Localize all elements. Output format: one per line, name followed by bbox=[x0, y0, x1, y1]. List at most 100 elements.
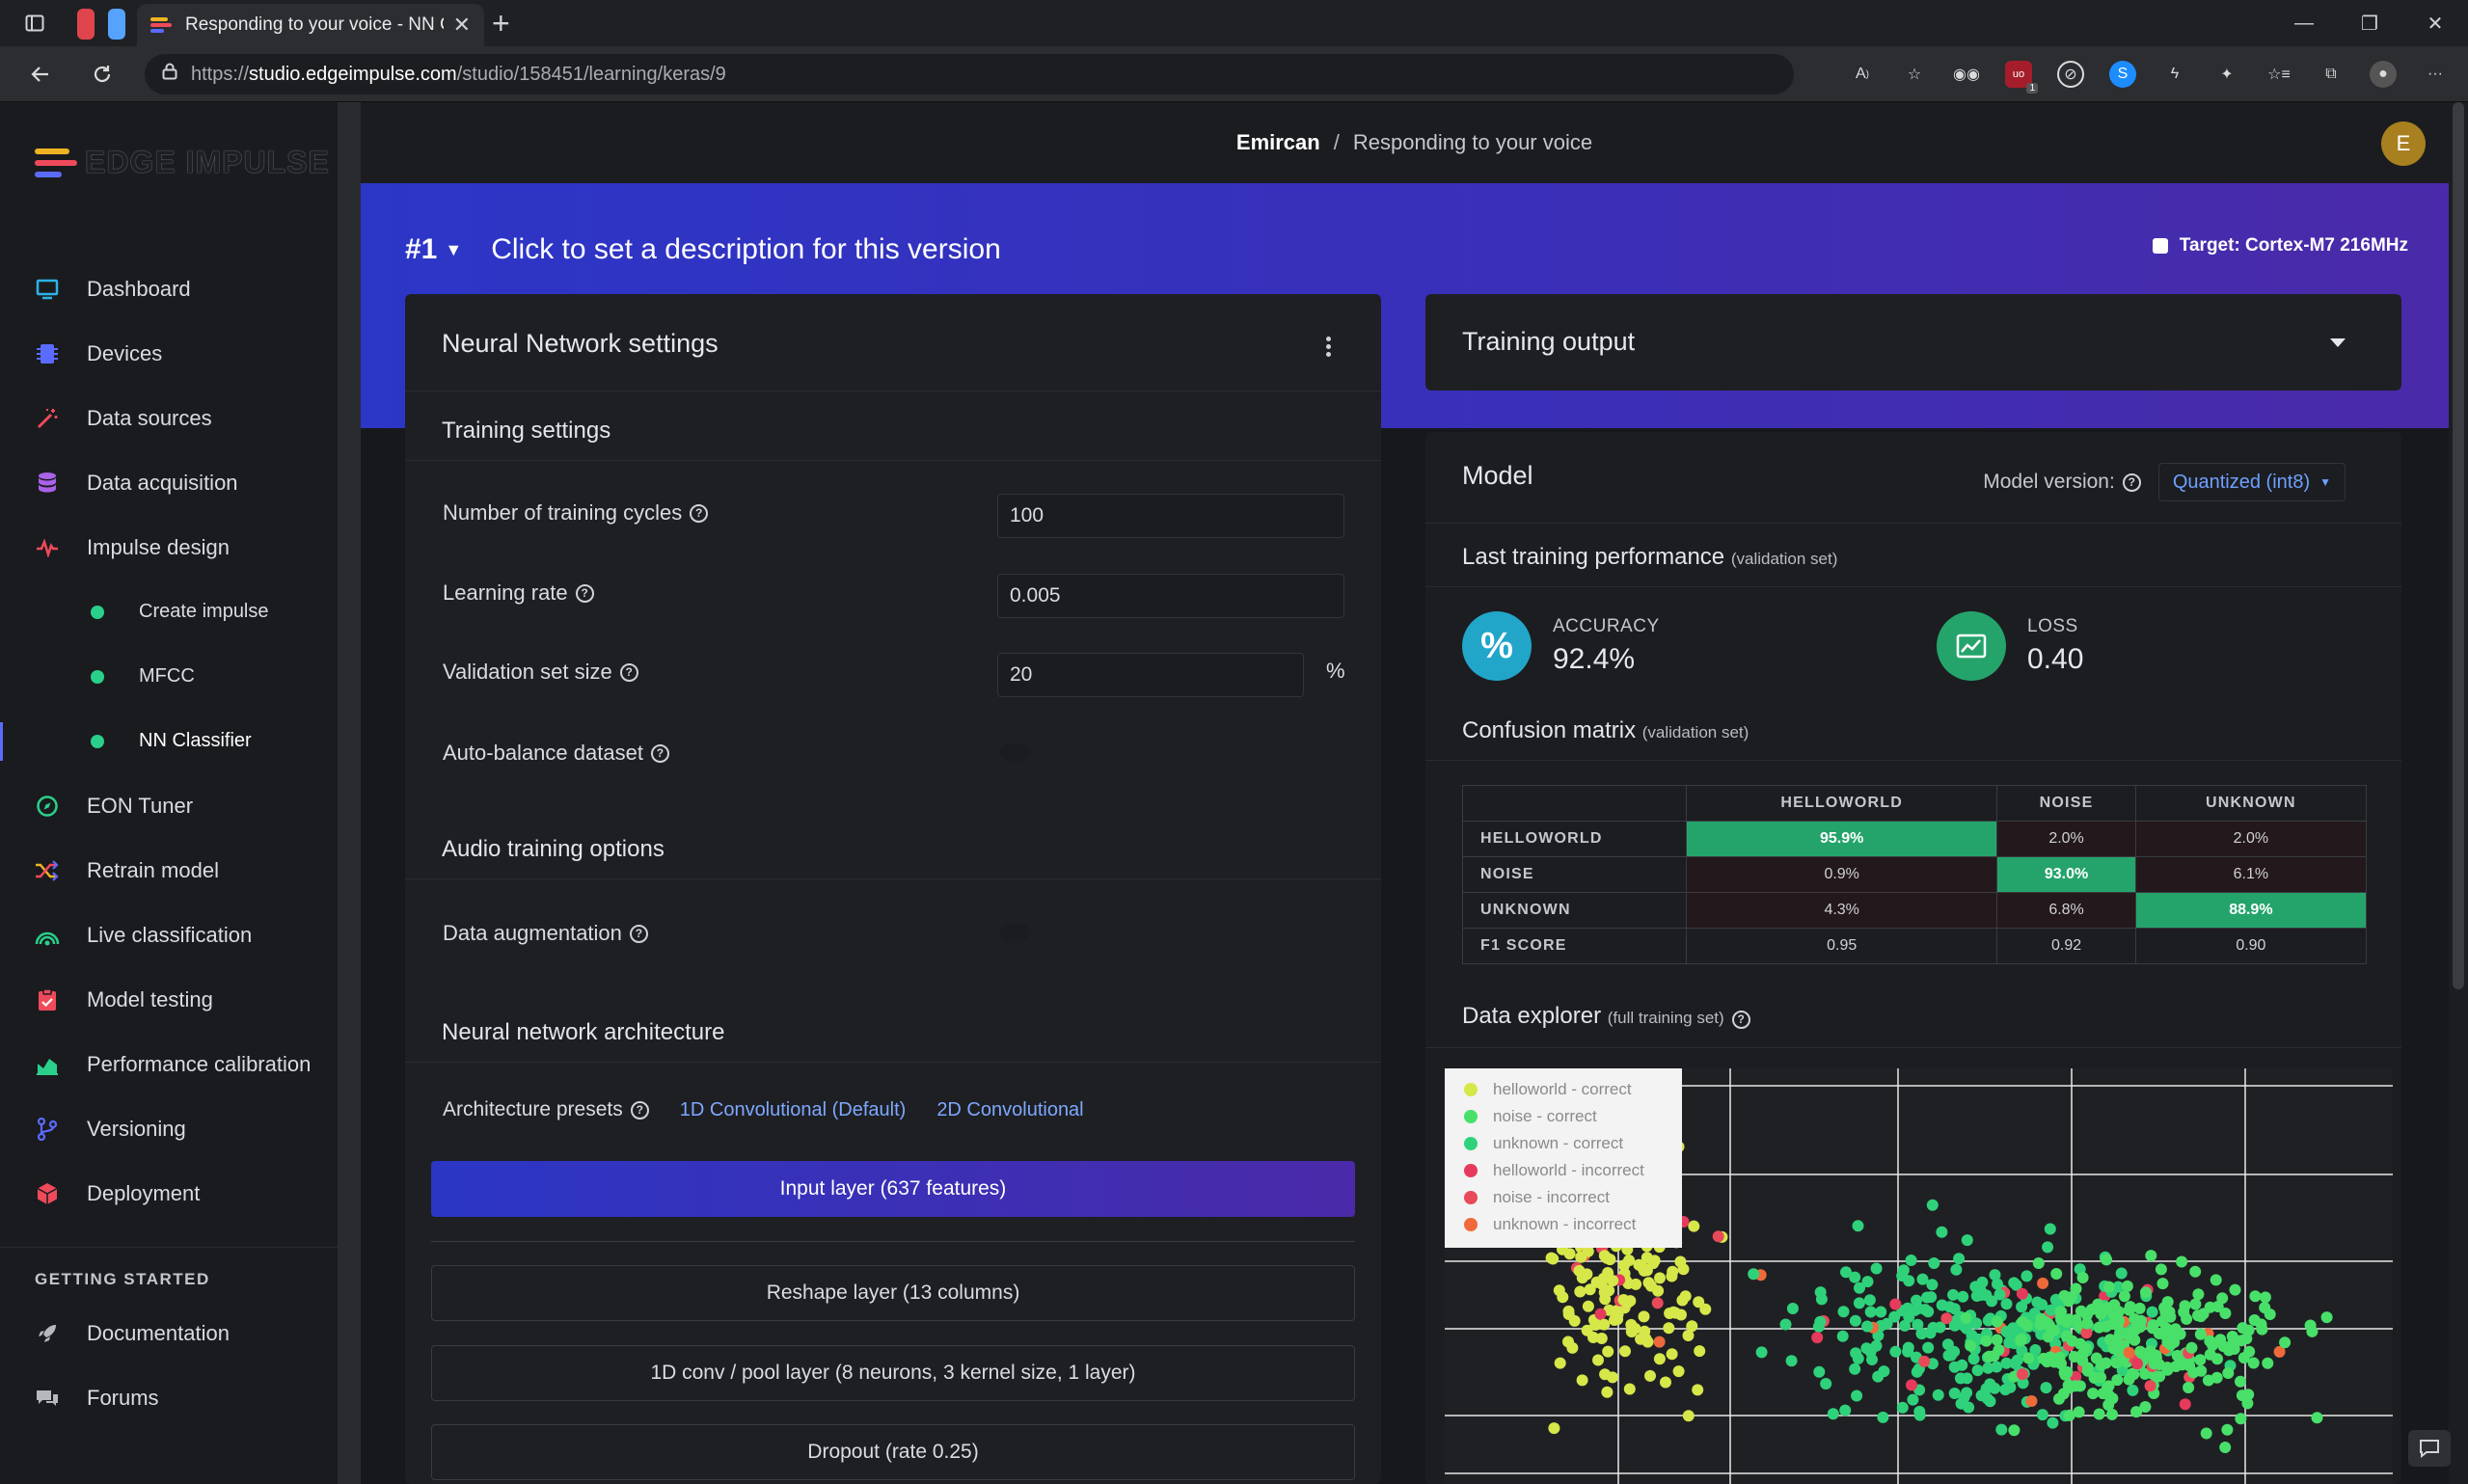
scatter-point[interactable] bbox=[2242, 1324, 2255, 1336]
help-icon[interactable]: ? bbox=[650, 743, 669, 763]
pinned-tab-icon[interactable] bbox=[108, 9, 125, 40]
sidebar-item-data-sources[interactable]: Data sources bbox=[0, 386, 338, 450]
sidebar-toggle-icon[interactable] bbox=[17, 6, 52, 40]
scatter-point[interactable] bbox=[2304, 1319, 2317, 1332]
scatter-point[interactable] bbox=[1682, 1330, 1695, 1341]
scatter-point[interactable] bbox=[1682, 1410, 1695, 1422]
scatter-point[interactable] bbox=[1958, 1391, 1970, 1404]
minimize-icon[interactable]: — bbox=[2271, 0, 2337, 46]
collections-icon[interactable]: ⧉ bbox=[2318, 61, 2345, 88]
scatter-point[interactable] bbox=[2241, 1397, 2254, 1410]
scatter-point[interactable] bbox=[2000, 1298, 2013, 1310]
training-output-panel[interactable]: Training output bbox=[1425, 294, 2401, 391]
scatter-point[interactable] bbox=[2248, 1314, 2261, 1326]
scatter-point[interactable] bbox=[2075, 1305, 2087, 1317]
scatter-point[interactable] bbox=[2076, 1272, 2089, 1283]
scatter-point[interactable] bbox=[2262, 1357, 2274, 1369]
scatter-point[interactable] bbox=[2037, 1277, 2049, 1289]
scatter-point[interactable] bbox=[2200, 1427, 2212, 1440]
scatter-point[interactable] bbox=[1642, 1277, 1655, 1289]
scatter-point[interactable] bbox=[2118, 1290, 2130, 1303]
scatter-point[interactable] bbox=[1993, 1343, 2005, 1356]
scatter-point[interactable] bbox=[2127, 1367, 2139, 1380]
target-device[interactable]: Target: Cortex-M7 216MHz bbox=[2152, 235, 2408, 256]
scatter-point[interactable] bbox=[2093, 1408, 2105, 1420]
scatter-point[interactable] bbox=[1948, 1319, 1961, 1332]
scatter-point[interactable] bbox=[2237, 1352, 2250, 1364]
avatar[interactable]: E bbox=[2381, 121, 2426, 166]
scatter-point[interactable] bbox=[1623, 1255, 1636, 1267]
chevron-down-icon[interactable] bbox=[2330, 338, 2346, 347]
scatter-point[interactable] bbox=[1954, 1372, 1966, 1385]
scatter-point[interactable] bbox=[1612, 1313, 1624, 1326]
sidebar-item-dashboard[interactable]: Dashboard bbox=[0, 256, 338, 321]
scatter-point[interactable] bbox=[1623, 1383, 1636, 1395]
version-description[interactable]: Click to set a description for this vers… bbox=[491, 233, 1001, 266]
scatter-point[interactable] bbox=[1811, 1332, 1824, 1344]
scatter-point[interactable] bbox=[1903, 1310, 1915, 1323]
scatter-point[interactable] bbox=[1991, 1334, 2003, 1346]
sidebar-item-nn-classifier[interactable]: NN Classifier bbox=[0, 709, 338, 773]
sidebar-item-retrain-model[interactable]: Retrain model bbox=[0, 838, 338, 903]
scatter-point[interactable] bbox=[1922, 1341, 1935, 1354]
help-icon[interactable]: ? bbox=[1731, 1010, 1750, 1029]
scatter-point[interactable] bbox=[1980, 1383, 1993, 1395]
scatter-point[interactable] bbox=[1981, 1392, 1993, 1405]
scatter-point[interactable] bbox=[2144, 1380, 2156, 1392]
scatter-point[interactable] bbox=[1598, 1250, 1611, 1262]
scatter-point[interactable] bbox=[2025, 1395, 2038, 1407]
scatter-point[interactable] bbox=[1592, 1354, 1604, 1366]
scatter-point[interactable] bbox=[2259, 1291, 2271, 1304]
scatter-point[interactable] bbox=[1851, 1390, 1863, 1402]
scatter-point[interactable] bbox=[1568, 1314, 1581, 1327]
model-version-select[interactable]: Quantized (int8) ▼ bbox=[2157, 463, 2346, 501]
scatter-point[interactable] bbox=[2204, 1301, 2216, 1313]
scatter-point[interactable] bbox=[2063, 1409, 2075, 1421]
scatter-point[interactable] bbox=[1912, 1318, 1924, 1331]
scatter-point[interactable] bbox=[2044, 1223, 2056, 1235]
sidebar-item-create-impulse[interactable]: Create impulse bbox=[0, 580, 338, 644]
scatter-point[interactable] bbox=[2047, 1417, 2059, 1429]
puzzle-icon[interactable]: ✦ bbox=[2213, 61, 2240, 88]
scatter-point[interactable] bbox=[1861, 1276, 1874, 1288]
close-window-icon[interactable]: ✕ bbox=[2402, 0, 2468, 46]
scatter-point[interactable] bbox=[1989, 1269, 2001, 1282]
scatter-point[interactable] bbox=[1587, 1332, 1599, 1343]
scatter-point[interactable] bbox=[1553, 1284, 1565, 1297]
scatter-point[interactable] bbox=[2004, 1381, 2017, 1393]
scatter-point[interactable] bbox=[1666, 1348, 1678, 1361]
scatter-point[interactable] bbox=[2146, 1306, 2158, 1318]
scatter-point[interactable] bbox=[1573, 1264, 1586, 1277]
scatter-point[interactable] bbox=[1960, 1311, 1972, 1324]
scatter-point[interactable] bbox=[2161, 1362, 2174, 1374]
scatter-point[interactable] bbox=[2087, 1388, 2100, 1400]
scatter-point[interactable] bbox=[2127, 1384, 2139, 1396]
scatter-point[interactable] bbox=[1863, 1294, 1876, 1307]
scatter-point[interactable] bbox=[1853, 1297, 1865, 1309]
scatter-point[interactable] bbox=[1601, 1386, 1614, 1398]
scatter-point[interactable] bbox=[2195, 1310, 2207, 1323]
scatter-point[interactable] bbox=[2063, 1313, 2075, 1326]
scatter-point[interactable] bbox=[1991, 1315, 2003, 1328]
scatter-point[interactable] bbox=[1875, 1306, 1887, 1318]
breadcrumb-project[interactable]: Responding to your voice bbox=[1353, 130, 1592, 155]
scatter-point[interactable] bbox=[1926, 1199, 1939, 1211]
scatter-point[interactable] bbox=[2169, 1323, 2182, 1336]
more-options-icon[interactable] bbox=[1326, 337, 1331, 357]
scatter-point[interactable] bbox=[1889, 1345, 1902, 1358]
legend-item[interactable]: helloworld - correct bbox=[1464, 1076, 1682, 1103]
scatter-point[interactable] bbox=[1547, 1253, 1559, 1265]
scatter-point[interactable] bbox=[1602, 1345, 1614, 1358]
scatter-point[interactable] bbox=[2146, 1322, 2158, 1335]
scatter-point[interactable] bbox=[2008, 1277, 2021, 1289]
scatter-point[interactable] bbox=[2016, 1287, 2028, 1300]
sidebar-item-impulse-design[interactable]: Impulse design bbox=[0, 515, 338, 580]
auto-balance-checkbox[interactable] bbox=[1000, 743, 1029, 761]
scatter-point[interactable] bbox=[2158, 1302, 2171, 1314]
input-layer-block[interactable]: Input layer (637 features) bbox=[431, 1161, 1355, 1217]
scatter-point[interactable] bbox=[1969, 1281, 1982, 1293]
scatter-point[interactable] bbox=[2194, 1354, 2207, 1366]
sidebar-item-data-acquisition[interactable]: Data acquisition bbox=[0, 450, 338, 515]
more-icon[interactable]: ··· bbox=[2422, 61, 2449, 88]
help-icon[interactable]: ? bbox=[2122, 472, 2141, 492]
